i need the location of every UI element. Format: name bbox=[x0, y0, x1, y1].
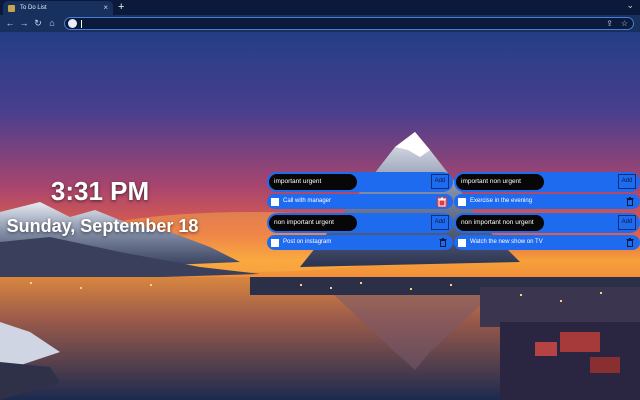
quadrant-input[interactable]: important urgent bbox=[269, 174, 357, 190]
bookmark-star-icon[interactable]: ☆ bbox=[621, 18, 628, 29]
list-item: Exercise in the evening bbox=[454, 194, 640, 209]
task-text: Post on instagram bbox=[283, 239, 332, 245]
browser-toolbar: ← → ↻ ⌂ ⇪ ☆ bbox=[0, 15, 640, 32]
task-text: Call with manager bbox=[283, 198, 332, 204]
home-icon[interactable]: ⌂ bbox=[46, 16, 58, 31]
site-info-icon[interactable] bbox=[68, 19, 77, 28]
text-caret bbox=[81, 20, 82, 28]
add-button[interactable]: Add bbox=[431, 174, 449, 189]
trash-icon[interactable] bbox=[437, 196, 447, 207]
quadrant-non-important-non-urgent: non important non urgent Add Watch the n… bbox=[454, 213, 640, 250]
list-item: Post on instagram bbox=[267, 235, 453, 250]
share-icon[interactable]: ⇪ bbox=[606, 18, 613, 29]
tab-strip: To Do List × + ⌄ bbox=[0, 0, 640, 15]
list-item: Watch the new show on TV bbox=[454, 235, 640, 250]
clock-time: 3:31 PM bbox=[50, 176, 150, 206]
trash-icon[interactable] bbox=[626, 197, 634, 206]
task-checkbox[interactable] bbox=[271, 238, 279, 247]
quadrant-important-non-urgent: important non urgent Add Exercise in the… bbox=[454, 172, 640, 209]
back-arrow-icon[interactable]: ← bbox=[4, 16, 16, 31]
task-checkbox[interactable] bbox=[271, 197, 279, 206]
reload-icon[interactable]: ↻ bbox=[32, 16, 44, 31]
tab-title: To Do List bbox=[20, 5, 47, 11]
clock-date: Sunday, September 18 bbox=[6, 216, 199, 236]
task-checkbox[interactable] bbox=[458, 238, 466, 247]
quadrant-important-urgent: important urgent Add Call with manager bbox=[267, 172, 453, 209]
quadrant-input[interactable]: non important urgent bbox=[269, 215, 357, 231]
trash-icon[interactable] bbox=[626, 238, 634, 247]
address-bar[interactable]: ⇪ ☆ bbox=[64, 17, 634, 30]
add-button[interactable]: Add bbox=[431, 215, 449, 230]
task-text: Exercise in the evening bbox=[470, 198, 533, 204]
list-item: Call with manager bbox=[267, 194, 453, 209]
task-text: Watch the new show on TV bbox=[470, 239, 543, 245]
quadrant-non-important-urgent: non important urgent Add Post on instagr… bbox=[267, 213, 453, 250]
quadrant-input[interactable]: important non urgent bbox=[456, 174, 544, 190]
quadrant-input[interactable]: non important non urgent bbox=[456, 215, 544, 231]
quadrant-header: important non urgent Add bbox=[454, 172, 640, 192]
quadrant-header: non important non urgent Add bbox=[454, 213, 640, 233]
task-checkbox[interactable] bbox=[458, 197, 466, 206]
favicon-icon bbox=[8, 4, 15, 12]
trash-icon[interactable] bbox=[439, 238, 447, 247]
new-tab-button[interactable]: + bbox=[118, 1, 124, 13]
quadrant-header: important urgent Add bbox=[267, 172, 453, 192]
forward-arrow-icon[interactable]: → bbox=[18, 16, 30, 31]
chevron-down-icon[interactable]: ⌄ bbox=[626, 0, 634, 11]
tab-to-do-list[interactable]: To Do List × bbox=[3, 1, 113, 15]
quadrant-header: non important urgent Add bbox=[267, 213, 453, 233]
close-icon[interactable]: × bbox=[103, 4, 108, 12]
add-button[interactable]: Add bbox=[618, 215, 636, 230]
add-button[interactable]: Add bbox=[618, 174, 636, 189]
